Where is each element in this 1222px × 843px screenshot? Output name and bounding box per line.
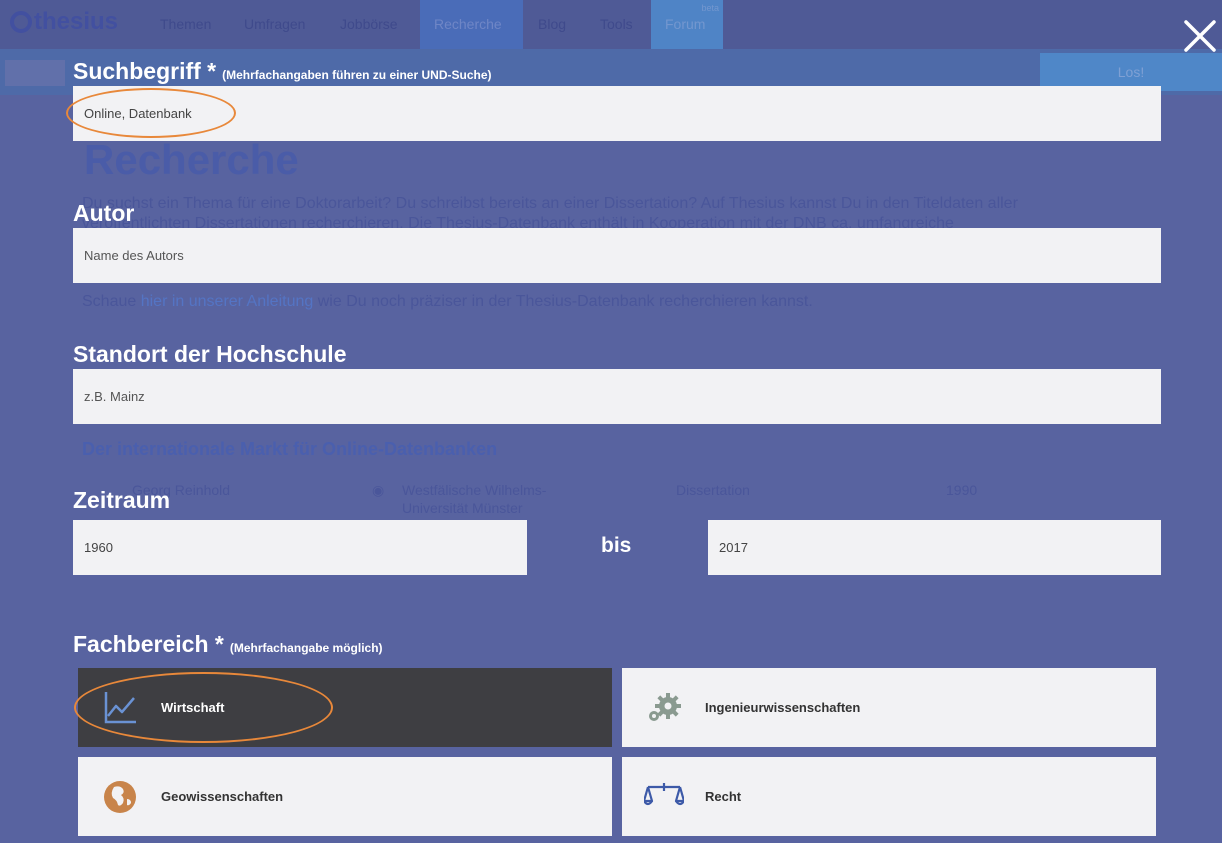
field-tile-recht[interactable]: Recht xyxy=(622,757,1156,836)
field-of-study-label-text: Fachbereich * xyxy=(73,631,224,657)
search-term-input[interactable] xyxy=(73,86,1161,141)
result-university-pin-icon: ◉ xyxy=(372,482,385,498)
field-tile-ingenieurwissenschaften[interactable]: Ingenieurwissenschaften xyxy=(622,668,1156,747)
nav-tab-tools: Tools xyxy=(600,16,633,32)
location-input[interactable] xyxy=(73,369,1161,424)
result-university-line-2: Universität Münster xyxy=(402,500,523,516)
hint-prefix: Schaue xyxy=(82,293,137,310)
nav-tab-recherche: Recherche xyxy=(420,0,523,49)
period-label: Zeitraum xyxy=(73,487,171,513)
intro-text-line-1: Du suchst ein Thema für eine Doktorarbei… xyxy=(82,195,1018,212)
hint-link: hier in unserer Anleitung xyxy=(140,293,314,310)
author-input[interactable] xyxy=(73,228,1161,283)
period-from-input[interactable] xyxy=(73,520,527,575)
field-tile-label: Geowissenschaften xyxy=(161,789,284,804)
close-icon[interactable] xyxy=(1180,16,1220,56)
nav-tab-umfragen: Umfragen xyxy=(244,16,306,32)
site-logo: thesius xyxy=(10,8,118,36)
search-term-label-text: Suchbegriff * xyxy=(73,58,217,84)
chart-line-icon xyxy=(104,692,136,724)
search-term-hint: (Mehrfachangaben führen zu einer UND-Suc… xyxy=(222,68,492,82)
nav-tab-forum-label: Forum xyxy=(665,16,706,32)
hint-text: Schaue hier in unserer Anleitung wie Du … xyxy=(82,293,813,311)
period-to-input[interactable] xyxy=(708,520,1161,575)
nav-tab-forum: Forum beta xyxy=(651,0,723,49)
result-year: 1990 xyxy=(946,482,978,498)
result-university-line-1: Westfälische Wilhelms- xyxy=(402,482,547,498)
nav-tab-themen: Themen xyxy=(160,16,212,32)
field-tile-geowissenschaften[interactable]: Geowissenschaften xyxy=(78,757,612,836)
field-tile-label: Recht xyxy=(705,789,742,804)
field-tile-label: Wirtschaft xyxy=(161,700,225,715)
period-separator: bis xyxy=(601,534,632,557)
header-search-input xyxy=(5,60,65,86)
result-type: Dissertation xyxy=(676,482,750,498)
scales-icon xyxy=(644,783,684,806)
result-title: Der internationale Markt für Online-Date… xyxy=(82,439,498,459)
field-tile-label: Ingenieurwissenschaften xyxy=(705,700,861,715)
forum-beta-badge: beta xyxy=(701,3,719,13)
page-title: Recherche xyxy=(84,136,299,183)
field-tile-wirtschaft[interactable]: Wirtschaft xyxy=(78,668,612,747)
hint-suffix: wie Du noch präziser in der Thesius-Date… xyxy=(317,293,813,310)
nav-tab-jobboerse: Jobbörse xyxy=(340,16,398,32)
location-label: Standort der Hochschule xyxy=(73,341,347,367)
field-of-study-hint: (Mehrfachangabe möglich) xyxy=(229,641,383,655)
nav-tab-blog: Blog xyxy=(538,16,567,32)
field-of-study-label: Fachbereich * (Mehrfachangabe möglich) xyxy=(73,631,383,658)
logo-ring-icon xyxy=(10,11,32,33)
search-term-label: Suchbegriff * (Mehrfachangaben führen zu … xyxy=(73,58,492,85)
globe-icon xyxy=(104,781,136,813)
author-label: Autor xyxy=(73,200,135,226)
gears-icon xyxy=(649,693,681,721)
logo-text: thesius xyxy=(34,8,119,35)
